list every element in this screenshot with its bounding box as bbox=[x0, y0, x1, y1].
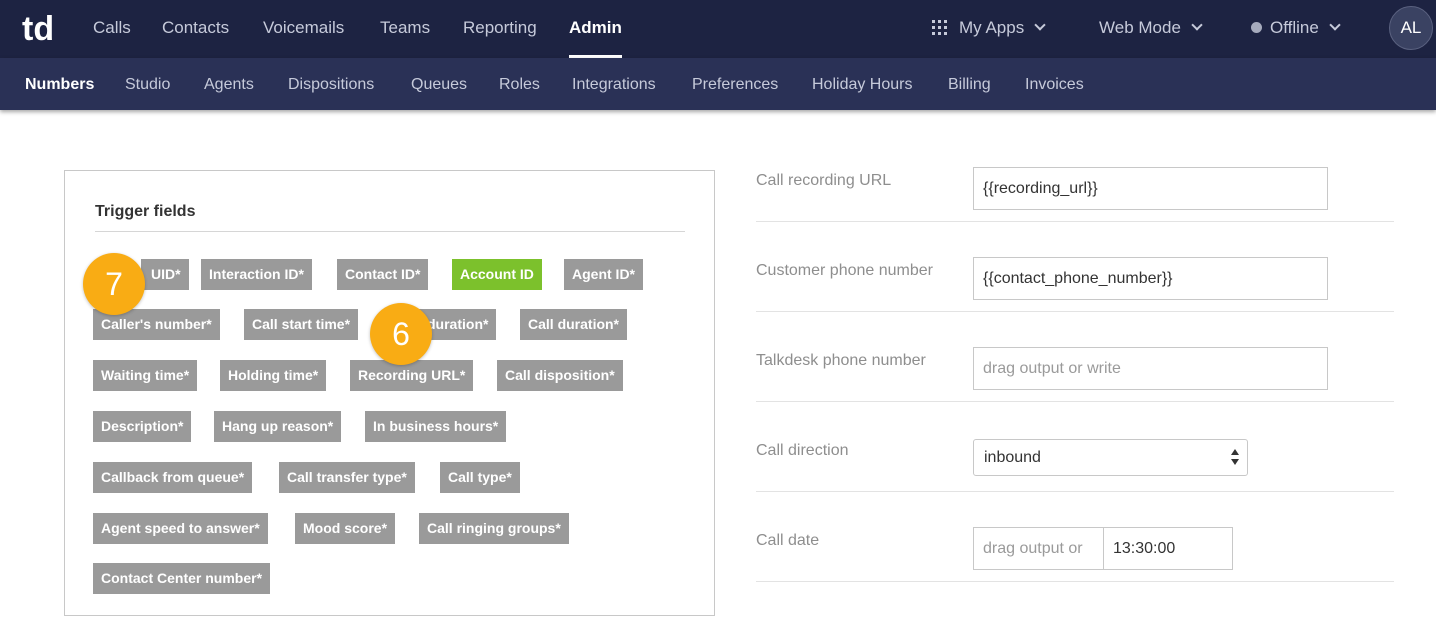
subnav-roles[interactable]: Roles bbox=[499, 58, 540, 110]
tag-holding-time[interactable]: Holding time* bbox=[220, 360, 327, 391]
tag-agent-id[interactable]: Agent ID* bbox=[564, 259, 643, 290]
field-label: Call date bbox=[756, 532, 820, 549]
tag-uid[interactable]: UID* bbox=[141, 259, 189, 290]
subnav-queues[interactable]: Queues bbox=[411, 58, 467, 110]
form-row-call-direction: Call direction inbound bbox=[756, 402, 1394, 492]
form-row-call-recording-url: Call recording URL bbox=[756, 132, 1394, 222]
tag-interaction-id[interactable]: Interaction ID* bbox=[201, 259, 312, 290]
tag-call-duration[interactable]: Call duration* bbox=[520, 309, 628, 340]
tag-recording-url[interactable]: Recording URL* bbox=[350, 360, 474, 391]
subnav-integrations[interactable]: Integrations bbox=[572, 58, 656, 110]
trigger-fields-title: Trigger fields bbox=[95, 203, 196, 220]
nav-reporting[interactable]: Reporting bbox=[463, 0, 537, 58]
subnav-dispositions[interactable]: Dispositions bbox=[288, 58, 374, 110]
step-badge-6: 6 bbox=[370, 303, 432, 365]
chevron-down-icon bbox=[1191, 19, 1203, 31]
form-row-customer-phone-number: Customer phone number bbox=[756, 222, 1394, 312]
talkdesk-phone-number-input[interactable] bbox=[973, 347, 1328, 390]
tag-account-id[interactable]: Account ID bbox=[452, 259, 542, 290]
top-navigation-bar: td Calls Contacts Voicemails Teams Repor… bbox=[0, 0, 1436, 58]
my-apps-menu[interactable]: My Apps bbox=[932, 0, 1046, 58]
tag-call-start-time[interactable]: Call start time* bbox=[244, 309, 359, 340]
call-recording-url-input[interactable] bbox=[973, 167, 1328, 210]
call-date-input[interactable] bbox=[973, 527, 1104, 570]
avatar[interactable]: AL bbox=[1389, 6, 1433, 50]
tag-hang-up-reason[interactable]: Hang up reason* bbox=[214, 411, 342, 442]
trigger-fields-panel: Trigger fields UID* Interaction ID* Cont… bbox=[64, 170, 715, 616]
subnav-preferences[interactable]: Preferences bbox=[692, 58, 778, 110]
field-label: Call direction bbox=[756, 442, 849, 459]
call-direction-value: inbound bbox=[984, 449, 1041, 466]
tag-call-disposition[interactable]: Call disposition* bbox=[497, 360, 623, 391]
tag-agent-speed-to-answer[interactable]: Agent speed to answer* bbox=[93, 513, 268, 544]
apps-grid-icon bbox=[932, 20, 947, 35]
svg-text:td: td bbox=[22, 12, 54, 46]
tag-in-business-hours[interactable]: In business hours* bbox=[365, 411, 507, 442]
form-row-talkdesk-phone-number: Talkdesk phone number bbox=[756, 312, 1394, 402]
divider bbox=[95, 231, 685, 232]
tag-callback-from-queue[interactable]: Callback from queue* bbox=[93, 462, 253, 493]
chevron-down-icon bbox=[1329, 19, 1341, 31]
form-row-call-date: Call date bbox=[756, 492, 1394, 582]
tag-waiting-time[interactable]: Waiting time* bbox=[93, 360, 198, 391]
nav-calls[interactable]: Calls bbox=[93, 0, 131, 58]
call-time-input[interactable] bbox=[1103, 527, 1233, 570]
subnav-studio[interactable]: Studio bbox=[125, 58, 170, 110]
tag-call-type[interactable]: Call type* bbox=[440, 462, 520, 493]
tag-contact-id[interactable]: Contact ID* bbox=[337, 259, 429, 290]
tag-description[interactable]: Description* bbox=[93, 411, 192, 442]
nav-admin[interactable]: Admin bbox=[569, 0, 622, 58]
tag-mood-score[interactable]: Mood score* bbox=[295, 513, 396, 544]
subnav-holiday-hours[interactable]: Holiday Hours bbox=[812, 58, 912, 110]
admin-sub-navigation: Numbers Studio Agents Dispositions Queue… bbox=[0, 58, 1436, 110]
tag-call-ringing-groups[interactable]: Call ringing groups* bbox=[419, 513, 569, 544]
field-label: Call recording URL bbox=[756, 172, 892, 189]
status-menu[interactable]: Offline bbox=[1251, 0, 1341, 58]
field-label: Customer phone number bbox=[756, 262, 933, 279]
status-label: Offline bbox=[1270, 18, 1319, 37]
tag-call-transfer-type[interactable]: Call transfer type* bbox=[279, 462, 415, 493]
nav-voicemails[interactable]: Voicemails bbox=[263, 0, 344, 58]
subnav-numbers[interactable]: Numbers bbox=[25, 58, 94, 110]
web-mode-label: Web Mode bbox=[1099, 18, 1181, 37]
talkdesk-logo[interactable]: td bbox=[22, 12, 62, 46]
nav-contacts[interactable]: Contacts bbox=[162, 0, 229, 58]
subnav-billing[interactable]: Billing bbox=[948, 58, 991, 110]
status-dot-icon bbox=[1251, 22, 1262, 33]
customer-phone-number-input[interactable] bbox=[973, 257, 1328, 300]
select-arrows-icon bbox=[1231, 449, 1239, 465]
call-direction-select[interactable]: inbound bbox=[973, 439, 1248, 476]
nav-teams[interactable]: Teams bbox=[380, 0, 430, 58]
web-mode-menu[interactable]: Web Mode bbox=[1099, 0, 1203, 58]
step-badge-7: 7 bbox=[83, 253, 145, 315]
field-label: Talkdesk phone number bbox=[756, 352, 926, 369]
subnav-agents[interactable]: Agents bbox=[204, 58, 254, 110]
tag-contact-center-number[interactable]: Contact Center number* bbox=[93, 563, 271, 594]
my-apps-label: My Apps bbox=[959, 18, 1025, 37]
subnav-invoices[interactable]: Invoices bbox=[1025, 58, 1084, 110]
chevron-down-icon bbox=[1034, 19, 1046, 31]
